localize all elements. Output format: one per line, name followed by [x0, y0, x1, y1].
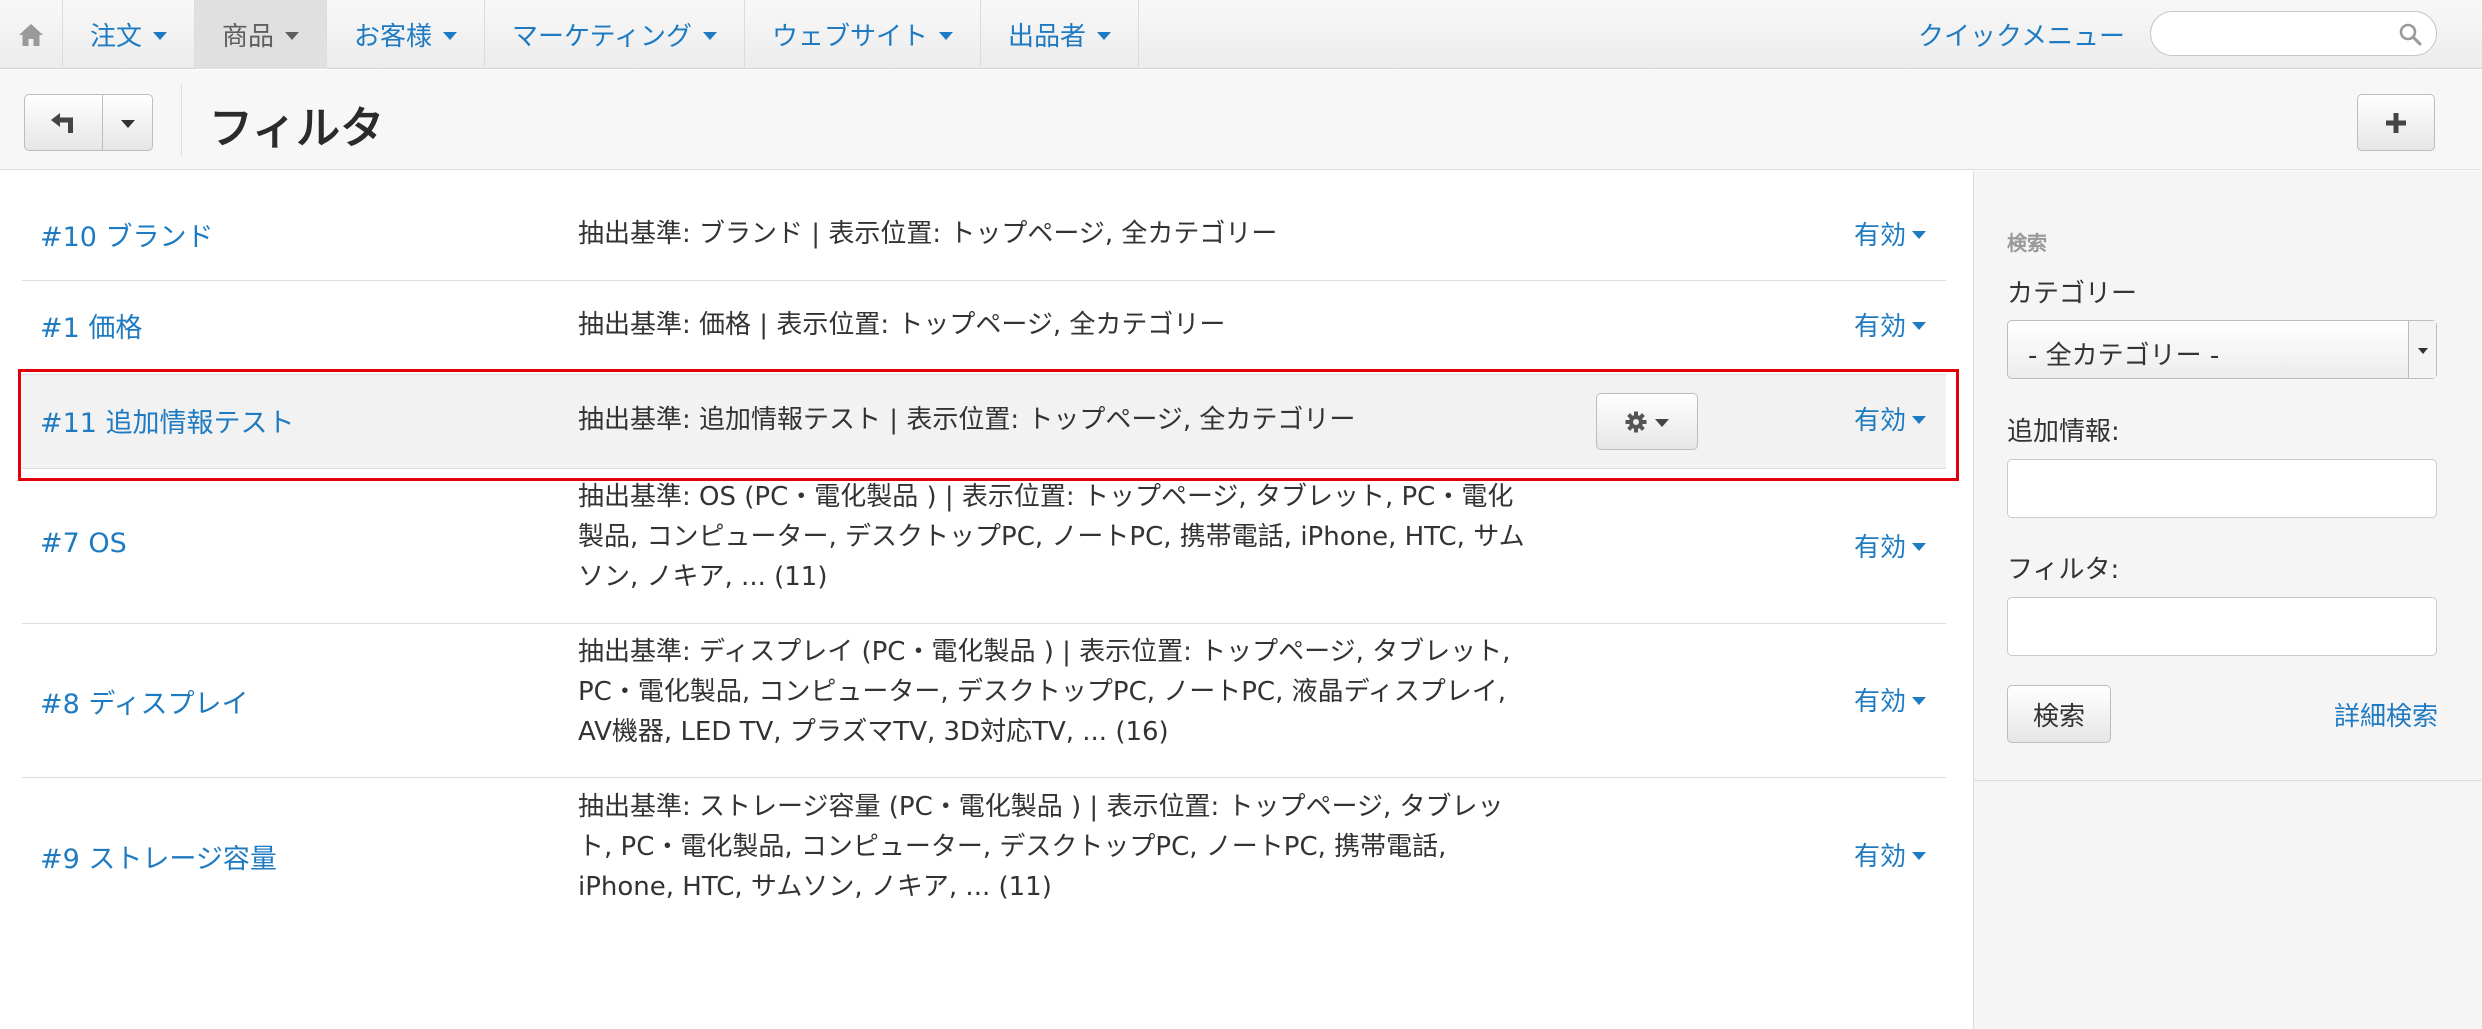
filter-description-line: iPhone, HTC, サムソン, ノキア, ... (11): [578, 872, 1052, 902]
advanced-search-link[interactable]: 詳細検索: [2334, 696, 2438, 733]
filter-description: 抽出基準: 価格 | 表示位置: トップページ, 全カテゴリー: [578, 305, 1538, 345]
filter-description: 抽出基準: ディスプレイ (PC・電化製品 ) | 表示位置: トップページ, …: [578, 632, 1538, 752]
search-icon[interactable]: [2398, 22, 2422, 46]
chevron-down-icon: [2417, 347, 2428, 354]
filter-description-line: 製品, コンピューター, デスクトップPC, ノートPC, 携帯電話, iPho…: [578, 522, 1525, 552]
chevron-down-icon: [285, 31, 300, 40]
menu-label: 出品者: [1007, 22, 1086, 52]
chevron-down-icon: [702, 31, 717, 40]
menu-label: 商品: [222, 22, 275, 52]
filter-description-line: ト, PC・電化製品, コンピューター, デスクトップPC, ノートPC, 携帯…: [578, 832, 1447, 862]
header-divider: [181, 84, 182, 156]
filter-name-link[interactable]: #8 ディスプレイ: [40, 682, 249, 721]
back-button[interactable]: [25, 95, 103, 150]
filter-row: #10 ブランド 抽出基準: ブランド | 表示位置: トップページ, 全カテゴ…: [22, 191, 1946, 281]
search-button[interactable]: 検索: [2007, 685, 2111, 743]
status-dropdown[interactable]: 有効: [1854, 681, 1927, 718]
filter-description-line: 抽出基準: ブランド | 表示位置: トップページ, 全カテゴリー: [578, 219, 1278, 249]
filter-description: 抽出基準: ストレージ容量 (PC・電化製品 ) | 表示位置: トップページ,…: [578, 787, 1538, 907]
chevron-down-icon: [1097, 31, 1111, 40]
filter-description-line: 抽出基準: OS (PC・電化製品 ) | 表示位置: トップページ, タブレッ…: [578, 482, 1514, 512]
filter-row: #8 ディスプレイ 抽出基準: ディスプレイ (PC・電化製品 ) | 表示位置…: [22, 624, 1946, 778]
filter-name-link[interactable]: #9 ストレージ容量: [40, 837, 277, 876]
filter-row: #7 OS 抽出基準: OS (PC・電化製品 ) | 表示位置: トップページ…: [22, 469, 1946, 624]
main-menu: 注文 商品 お客様 マーケティング ウェブサイト 出品者: [63, 0, 1139, 69]
menu-label: マーケティング: [512, 22, 692, 52]
chevron-down-icon: [1912, 696, 1927, 705]
chevron-down-icon: [1912, 230, 1927, 239]
filter-name-link[interactable]: #1 価格: [40, 306, 142, 345]
page-header: フィルタ: [0, 70, 2482, 170]
chevron-down-icon: [153, 31, 168, 40]
filter-description-line: ソン, ノキア, ... (11): [578, 562, 828, 592]
menu-vendors[interactable]: 出品者: [981, 0, 1139, 69]
sidebar-divider: [1974, 780, 2482, 781]
chevron-down-icon: [1912, 851, 1927, 860]
filter-row: #9 ストレージ容量 抽出基準: ストレージ容量 (PC・電化製品 ) | 表示…: [22, 778, 1946, 933]
category-select-value: - 全カテゴリー -: [2028, 341, 2220, 371]
filter-description: 抽出基準: ブランド | 表示位置: トップページ, 全カテゴリー: [578, 214, 1538, 254]
search-sidebar: 検索 カテゴリー - 全カテゴリー - 追加情報: フィルタ: 検索 詳細検索: [1973, 171, 2482, 1029]
add-filter-button[interactable]: [2357, 94, 2435, 151]
menu-products[interactable]: 商品: [195, 0, 328, 69]
menu-marketing[interactable]: マーケティング: [485, 0, 745, 69]
filter-name-link[interactable]: #7 OS: [40, 528, 127, 559]
status-label: 有効: [1854, 533, 1907, 563]
back-button-group: [24, 94, 153, 151]
chevron-down-icon: [1912, 542, 1927, 551]
menu-customers[interactable]: お客様: [327, 0, 486, 69]
filter-description-line: PC・電化製品, コンピューター, デスクトップPC, ノートPC, 液晶ディス…: [578, 677, 1507, 707]
status-label: 有効: [1854, 842, 1907, 872]
filter-name-link[interactable]: #10 ブランド: [40, 215, 214, 254]
status-dropdown[interactable]: 有効: [1854, 836, 1927, 873]
filter-field[interactable]: [2007, 597, 2437, 656]
status-label: 有効: [1854, 312, 1907, 342]
filter-description-line: 抽出基準: ディスプレイ (PC・電化製品 ) | 表示位置: トップページ, …: [578, 637, 1511, 667]
home-icon: [19, 23, 43, 46]
plus-icon: [2386, 112, 2406, 133]
chevron-down-icon: [443, 31, 458, 40]
category-select[interactable]: - 全カテゴリー -: [2007, 320, 2437, 379]
top-search-box: [2150, 11, 2437, 56]
highlight-box: [18, 369, 1959, 481]
top-navigation-bar: 注文 商品 お客様 マーケティング ウェブサイト 出品者 クイックメニュー: [0, 0, 2482, 69]
filter-description-line: 抽出基準: ストレージ容量 (PC・電化製品 ) | 表示位置: トップページ,…: [578, 792, 1504, 822]
select-arrow: [2408, 321, 2436, 378]
filter-list: #10 ブランド 抽出基準: ブランド | 表示位置: トップページ, 全カテゴ…: [0, 171, 1973, 1029]
status-label: 有効: [1854, 687, 1907, 717]
back-arrow-icon: [50, 112, 73, 133]
top-search-input[interactable]: [2171, 20, 2386, 48]
chevron-down-icon: [120, 119, 135, 128]
extra-info-label: 追加情報:: [2007, 417, 2120, 447]
filter-description-line: 抽出基準: 価格 | 表示位置: トップページ, 全カテゴリー: [578, 310, 1226, 340]
chevron-down-icon: [1912, 321, 1927, 330]
status-dropdown[interactable]: 有効: [1854, 215, 1927, 252]
menu-orders[interactable]: 注文: [63, 0, 196, 69]
home-button[interactable]: [0, 0, 63, 69]
filter-row: #1 価格 抽出基準: 価格 | 表示位置: トップページ, 全カテゴリー 有効: [22, 281, 1946, 375]
filter-description: 抽出基準: OS (PC・電化製品 ) | 表示位置: トップページ, タブレッ…: [578, 477, 1538, 597]
page-title: フィルタ: [209, 103, 385, 154]
filter-label: フィルタ:: [2007, 555, 2120, 585]
status-dropdown[interactable]: 有効: [1854, 306, 1927, 343]
menu-label: 注文: [90, 22, 143, 52]
status-dropdown[interactable]: 有効: [1854, 527, 1927, 564]
chevron-down-icon: [938, 31, 953, 40]
menu-website[interactable]: ウェブサイト: [745, 0, 981, 69]
extra-info-field[interactable]: [2007, 459, 2437, 518]
status-label: 有効: [1854, 221, 1907, 251]
menu-label: お客様: [354, 22, 433, 52]
filter-description-line: AV機器, LED TV, プラズマTV, 3D対応TV, ... (16): [578, 717, 1169, 747]
sidebar-heading: 検索: [2007, 231, 2047, 255]
quick-menu-link[interactable]: クイックメニュー: [1918, 0, 2125, 69]
category-label: カテゴリー: [2007, 279, 2138, 309]
back-dropdown-button[interactable]: [103, 95, 152, 150]
menu-label: ウェブサイト: [771, 22, 928, 52]
